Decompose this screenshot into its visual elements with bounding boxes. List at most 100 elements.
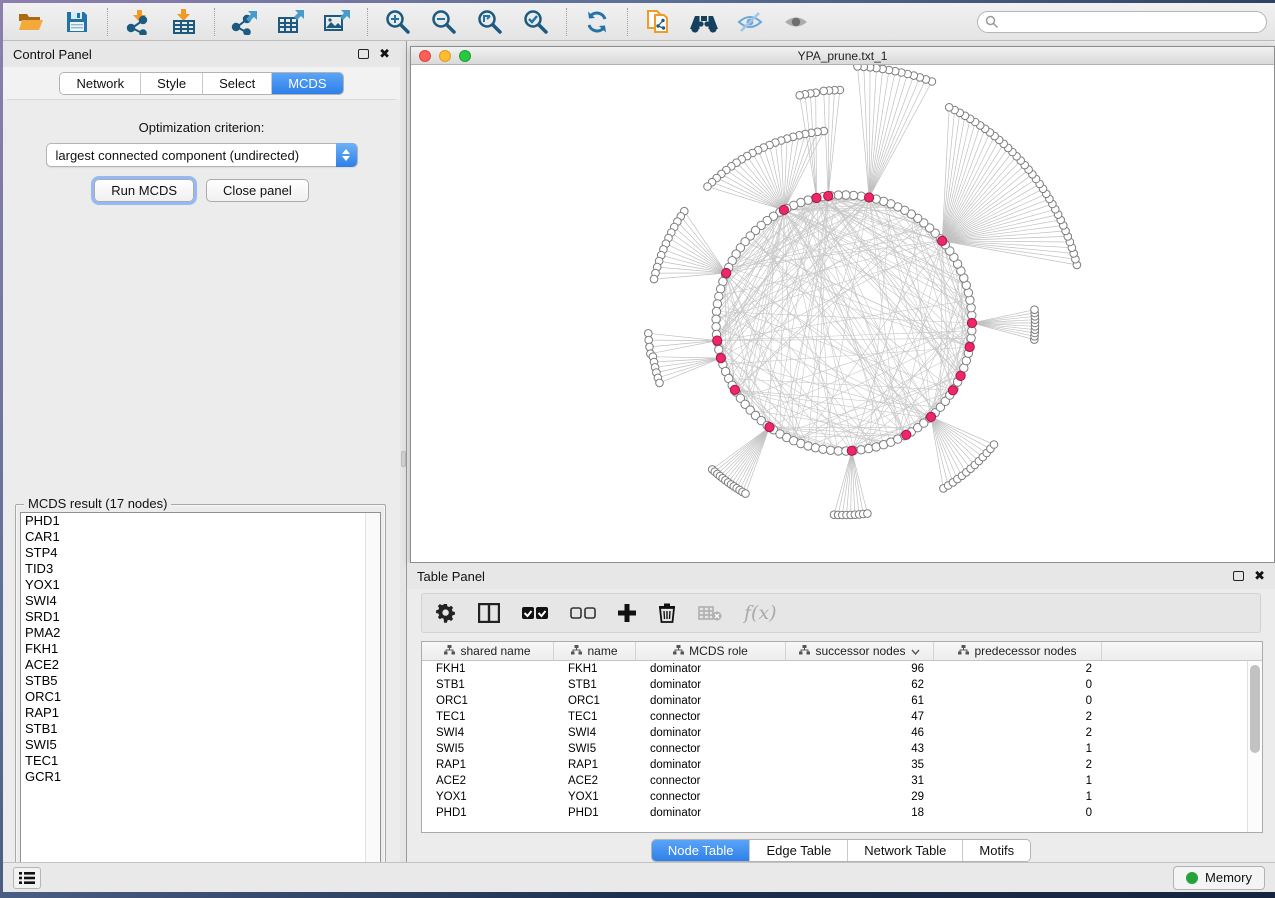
table-row[interactable]: STB1STB1dominator620 [422,677,1247,693]
gear-icon[interactable] [436,603,456,623]
tree-icon [958,644,969,658]
table-cell: connector [636,743,786,755]
export-image-icon[interactable] [317,6,357,38]
panel-splitter[interactable] [400,41,407,862]
close-panel-icon[interactable]: ✖ [1254,571,1265,581]
tab-mcds[interactable]: MCDS [271,73,342,94]
table-cell: PHD1 [422,807,554,819]
mcds-result-item[interactable]: RAP1 [21,705,380,721]
close-panel-icon[interactable]: ✖ [379,49,390,59]
open-folder-icon[interactable] [11,6,51,38]
search-input[interactable] [977,11,1267,33]
column-header-predecessor-nodes[interactable]: predecessor nodes [934,642,1102,660]
mcds-result-item[interactable]: FKH1 [21,641,380,657]
tab-select[interactable]: Select [202,73,271,94]
tab-network[interactable]: Network [60,73,140,94]
zoom-in-icon[interactable] [378,6,418,38]
zoom-selected-icon[interactable] [516,6,556,38]
tab-node-table[interactable]: Node Table [652,840,750,861]
column-header-shared-name[interactable]: shared name [422,642,554,660]
duplicate-network-icon[interactable] [638,6,678,38]
table-cell: dominator [636,759,786,771]
mcds-result-item[interactable]: CAR1 [21,529,380,545]
show-all-icon[interactable] [776,6,816,38]
deselect-all-icon[interactable] [570,606,596,620]
table-scrollbar-thumb[interactable] [1250,665,1260,753]
function-builder-icon[interactable]: f(x) [744,602,777,624]
table-row[interactable]: YOX1YOX1connector291 [422,789,1247,805]
criterion-dropdown[interactable]: largest connected component (undirected) [46,143,358,167]
select-all-icon[interactable] [522,606,548,620]
first-neighbors-icon[interactable] [684,6,724,38]
table-row[interactable]: ORC1ORC1dominator610 [422,693,1247,709]
apply-layout-icon[interactable] [577,6,617,38]
task-history-button[interactable] [13,867,41,889]
delete-table-icon[interactable] [698,605,722,621]
close-panel-button[interactable]: Close panel [206,179,309,202]
mcds-result-item[interactable]: GCR1 [21,769,380,785]
toolbar-separator [566,8,567,36]
table-cell: 35 [786,759,934,771]
save-icon[interactable] [57,6,97,38]
splitter-grip[interactable] [401,451,406,467]
table-row[interactable]: TEC1TEC1connector472 [422,709,1247,725]
column-header-name[interactable]: name [554,642,636,660]
memory-label: Memory [1205,870,1252,885]
table-row[interactable]: SWI5SWI5connector431 [422,741,1247,757]
tab-style[interactable]: Style [140,73,202,94]
mcds-result-item[interactable]: SRD1 [21,609,380,625]
export-table-icon[interactable] [271,6,311,38]
toolbar-separator [107,8,108,36]
mcds-result-item[interactable]: SWI5 [21,737,380,753]
add-column-icon[interactable] [618,604,636,622]
table-cell: 1 [934,743,1102,755]
network-canvas[interactable] [411,65,1274,562]
zoom-fit-icon[interactable] [470,6,510,38]
mcds-result-item[interactable]: TID3 [21,561,380,577]
mcds-list-scrollbar[interactable] [365,513,380,870]
zoom-out-icon[interactable] [424,6,464,38]
table-cell: 62 [786,679,934,691]
tab-network-table[interactable]: Network Table [847,840,962,861]
run-mcds-button[interactable]: Run MCDS [94,179,194,202]
mcds-result-item[interactable]: TEC1 [21,753,380,769]
import-table-icon[interactable] [164,6,204,38]
mcds-result-item[interactable]: ORC1 [21,689,380,705]
mcds-result-item[interactable]: STB1 [21,721,380,737]
table-scrollbar[interactable] [1247,661,1262,832]
mcds-result-item[interactable]: SWI4 [21,593,380,609]
mcds-result-list[interactable]: PHD1CAR1STP4TID3YOX1SWI4SRD1PMA2FKH1ACE2… [20,512,381,871]
network-view-window: YPA_prune.txt_1 [410,46,1275,563]
table-cell: TEC1 [422,711,554,723]
import-network-icon[interactable] [118,6,158,38]
float-panel-icon[interactable] [358,49,369,59]
table-row[interactable]: FKH1FKH1dominator962 [422,661,1247,677]
table-panel-title: Table Panel [417,569,485,584]
column-header-successor-nodes[interactable]: successor nodes [786,642,934,660]
mcds-result-item[interactable]: STB5 [21,673,380,689]
table-cell: connector [636,775,786,787]
export-network-icon[interactable] [225,6,265,38]
table-row[interactable]: SWI4SWI4dominator462 [422,725,1247,741]
memory-button[interactable]: Memory [1173,866,1265,890]
column-layout-icon[interactable] [478,603,500,623]
mcds-result-item[interactable]: STP4 [21,545,380,561]
column-header-MCDS-role[interactable]: MCDS role [636,642,786,660]
hide-selected-icon[interactable] [730,6,770,38]
mcds-result-item[interactable]: PHD1 [21,513,380,529]
mcds-tab-content: Optimization criterion: largest connecte… [7,99,396,858]
network-window-titlebar[interactable]: YPA_prune.txt_1 [411,47,1274,65]
table-cell: SWI4 [422,727,554,739]
mcds-result-item[interactable]: YOX1 [21,577,380,593]
float-panel-icon[interactable] [1233,571,1244,581]
tab-motifs[interactable]: Motifs [962,840,1030,861]
table-cell: 2 [934,663,1102,675]
mcds-result-item[interactable]: ACE2 [21,657,380,673]
delete-column-icon[interactable] [658,603,676,623]
tab-edge-table[interactable]: Edge Table [749,840,847,861]
table-row[interactable]: PHD1PHD1dominator180 [422,805,1247,821]
table-cell: ORC1 [554,695,636,707]
table-row[interactable]: ACE2ACE2connector311 [422,773,1247,789]
table-row[interactable]: RAP1RAP1dominator352 [422,757,1247,773]
mcds-result-item[interactable]: PMA2 [21,625,380,641]
